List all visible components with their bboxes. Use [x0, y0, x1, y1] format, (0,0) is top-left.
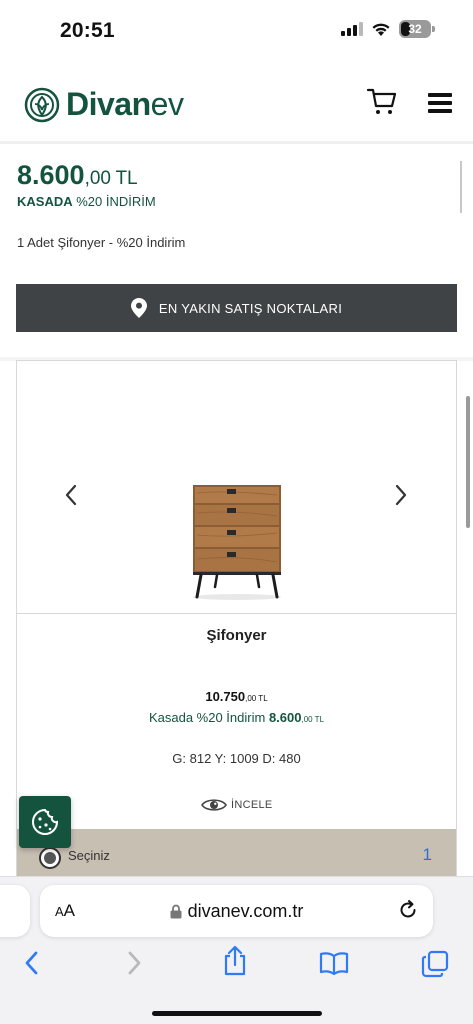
site-header: Divanev	[0, 62, 473, 144]
nearest-stores-button[interactable]: EN YAKIN SATIŞ NOKTALARI	[16, 284, 457, 332]
incele-label: İNCELE	[231, 799, 273, 811]
product-dimensions: G: 812 Y: 1009 D: 480	[172, 751, 301, 766]
select-bar[interactable]: Seçiniz 1	[17, 829, 456, 880]
product-title: Şifonyer	[206, 627, 267, 644]
chevron-left-icon[interactable]	[64, 484, 78, 506]
home-indicator	[152, 1011, 322, 1016]
tabs-icon[interactable]	[421, 950, 449, 978]
battery-level: 32	[408, 22, 422, 36]
status-time: 20:51	[60, 19, 115, 42]
previous-tab-preview[interactable]	[0, 885, 30, 937]
price-section: 8.600,00 TL KASADA %20 İNDİRİM 1 Adet Şi…	[0, 147, 473, 357]
scroll-indicator	[466, 396, 470, 528]
browser-toolbar: AA divanev.com.tr	[0, 876, 473, 1024]
eye-icon	[201, 799, 227, 811]
url-text: divanev.com.tr	[187, 901, 304, 921]
select-radio[interactable]	[39, 847, 61, 869]
product-image[interactable]	[187, 483, 287, 601]
address-bar[interactable]: AA divanev.com.tr	[40, 885, 433, 937]
product-image-carousel	[17, 361, 456, 614]
nearest-stores-label: EN YAKIN SATIŞ NOKTALARI	[158, 300, 343, 316]
quantity-value[interactable]: 1	[423, 845, 432, 865]
battery-icon: 32	[399, 20, 435, 38]
bookmarks-icon[interactable]	[319, 951, 349, 975]
incele-link[interactable]: İNCELE	[201, 797, 273, 813]
share-icon[interactable]	[222, 945, 248, 977]
signal-icon	[341, 22, 363, 36]
price-currency: TL	[115, 168, 138, 189]
logo-icon	[24, 87, 60, 122]
chevron-right-icon[interactable]	[394, 484, 408, 506]
reload-icon[interactable]	[397, 899, 419, 921]
cart-icon[interactable]	[366, 85, 398, 117]
lock-icon	[170, 904, 182, 919]
product-kasada-price: Kasada %20 İndirim 8.600,00 TL	[148, 710, 325, 725]
cookie-settings-button[interactable]	[19, 796, 71, 848]
divider	[460, 161, 462, 213]
price-decimal: ,00	[84, 168, 111, 189]
price-integer: 8.600	[17, 160, 85, 190]
wifi-icon	[372, 23, 390, 36]
status-icons: 32	[341, 20, 435, 38]
cookie-icon	[32, 808, 59, 835]
logo-text: Divanev	[66, 86, 184, 122]
product-card: Şifonyer 10.750,00 TL Kasada %20 İndirim…	[16, 360, 457, 880]
kasada-discount: KASADA %20 İNDİRİM	[17, 194, 156, 209]
status-bar: 20:51 32	[0, 0, 473, 62]
forward-icon[interactable]	[124, 949, 144, 977]
set-description: 1 Adet Şifonyer - %20 İndirim	[17, 235, 186, 250]
location-pin-icon	[130, 298, 147, 318]
back-icon[interactable]	[22, 949, 42, 977]
product-price: 10.750,00 TL	[205, 689, 268, 704]
menu-icon[interactable]	[428, 93, 452, 113]
select-label: Seçiniz	[68, 848, 110, 863]
logo[interactable]: Divanev	[24, 86, 184, 123]
url-display[interactable]: divanev.com.tr	[40, 901, 433, 922]
price: 8.600,00 TL	[17, 160, 138, 191]
